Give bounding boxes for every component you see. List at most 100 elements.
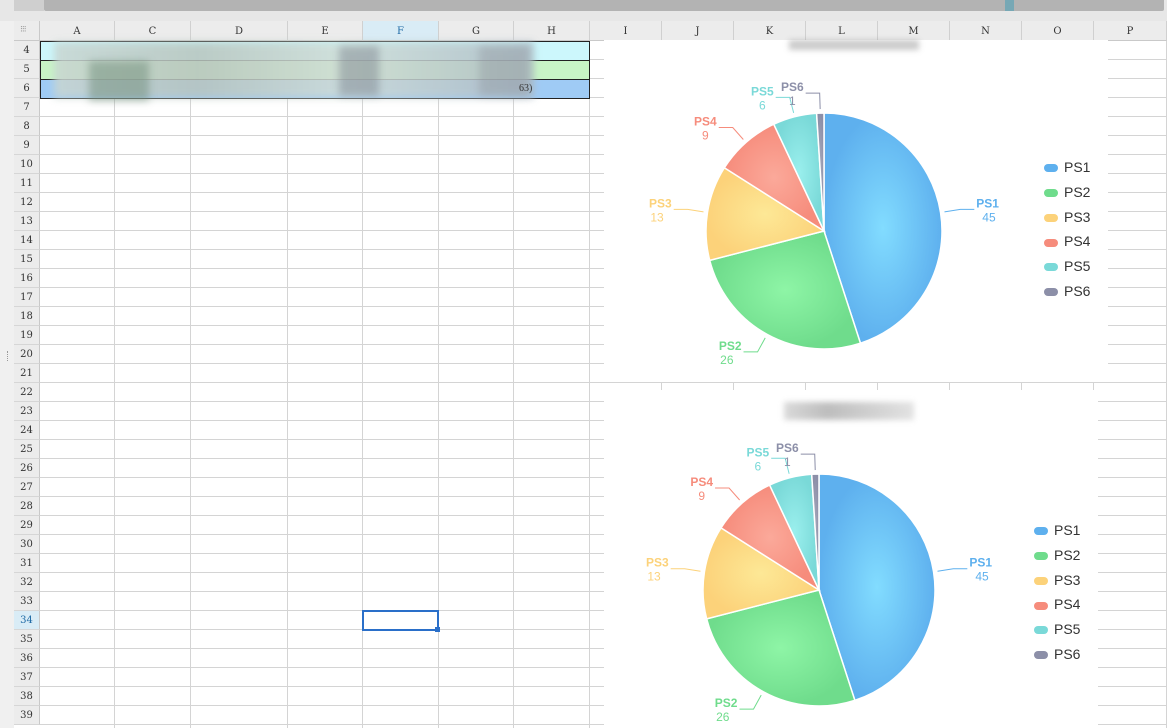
legend-item-ps3[interactable]: PS3 — [1044, 209, 1090, 225]
row-header-14[interactable]: 14 — [14, 231, 40, 250]
row-header-4[interactable]: 4 — [14, 41, 40, 60]
row-header-18[interactable]: 18 — [14, 307, 40, 326]
row-header-19[interactable]: 19 — [14, 326, 40, 345]
column-header-k[interactable]: K — [734, 21, 806, 41]
legend-item-ps6[interactable]: PS6 — [1034, 646, 1080, 662]
toolbar-left-piece — [14, 0, 44, 11]
column-header-d[interactable]: D — [191, 21, 288, 41]
row-header-33[interactable]: 33 — [14, 592, 40, 611]
slice-label-name: PS1 — [969, 556, 992, 570]
legend-item-ps5[interactable]: PS5 — [1044, 258, 1090, 274]
column-gridline — [589, 41, 590, 728]
blurred-cell-content — [339, 46, 379, 96]
row-header-26[interactable]: 26 — [14, 459, 40, 478]
selected-cell[interactable] — [362, 610, 440, 632]
row-header-16[interactable]: 16 — [14, 269, 40, 288]
scrollbar-thumb[interactable] — [1005, 0, 1014, 11]
column-header-i[interactable]: I — [590, 21, 662, 41]
column-header-o[interactable]: O — [1022, 21, 1094, 41]
row-header-34[interactable]: 34 — [14, 611, 40, 630]
legend-label: PS2 — [1054, 546, 1081, 563]
slice-label-value: 1 — [784, 455, 791, 469]
row-header-31[interactable]: 31 — [14, 554, 40, 573]
row-header-11[interactable]: 11 — [14, 174, 40, 193]
row-header-30[interactable]: 30 — [14, 535, 40, 554]
legend-swatch-icon — [1044, 263, 1058, 272]
row-header-39[interactable]: 39 — [14, 706, 40, 725]
spreadsheet-grid[interactable]: ⁝⁝⁝ ACDEFGHIJKLMNOP 4 5 6 7 8 9 10 11 12 13 14 15 16… — [14, 21, 1167, 728]
legend-label: PS4 — [1054, 596, 1081, 613]
row-header-20[interactable]: 20 — [14, 345, 40, 364]
column-header-p[interactable]: P — [1094, 21, 1167, 41]
column-header-g[interactable]: G — [439, 21, 514, 41]
pie-chart-2[interactable]: PS1 45 PS2 26 PS3 13 PS4 9 PS5 6 PS6 1 PS1 PS2 PS3 PS4… — [604, 390, 1098, 728]
row-header-23[interactable]: 23 — [14, 402, 40, 421]
column-header-m[interactable]: M — [878, 21, 950, 41]
column-header-c[interactable]: C — [115, 21, 191, 41]
row-header-37[interactable]: 37 — [14, 668, 40, 687]
leader-line — [944, 208, 975, 213]
legend-label: PS5 — [1064, 258, 1091, 275]
slice-label-name: PS6 — [776, 441, 799, 455]
legend-label: PS3 — [1064, 208, 1091, 225]
row-header-36[interactable]: 36 — [14, 649, 40, 668]
row-header-38[interactable]: 38 — [14, 687, 40, 706]
legend-item-ps1[interactable]: PS1 — [1044, 159, 1090, 175]
slice-label-value: 26 — [720, 353, 734, 367]
row-header-10[interactable]: 10 — [14, 155, 40, 174]
legend-item-ps3[interactable]: PS3 — [1034, 572, 1080, 588]
row-header-12[interactable]: 12 — [14, 193, 40, 212]
legend-label: PS2 — [1064, 183, 1091, 200]
fill-handle[interactable] — [435, 627, 440, 632]
row-header-9[interactable]: 9 — [14, 136, 40, 155]
row-header-28[interactable]: 28 — [14, 497, 40, 516]
horizontal-scrollbar[interactable] — [44, 0, 1164, 11]
row-header-32[interactable]: 32 — [14, 573, 40, 592]
leader-line — [743, 337, 766, 353]
column-header-l[interactable]: L — [806, 21, 878, 41]
pie-chart-1[interactable]: PS1 45 PS2 26 PS3 13 PS4 9 PS5 6 PS6 1 PS1 PS2 PS3 PS4… — [604, 40, 1108, 382]
row-header-24[interactable]: 24 — [14, 421, 40, 440]
slice-label-name: PS5 — [746, 445, 769, 459]
row-header-5[interactable]: 5 — [14, 60, 40, 79]
splitter-grip-icon[interactable] — [7, 351, 10, 361]
row-header-29[interactable]: 29 — [14, 516, 40, 535]
row-header-17[interactable]: 17 — [14, 288, 40, 307]
column-gridline — [513, 41, 514, 728]
leader-line — [718, 126, 744, 140]
row-header-15[interactable]: 15 — [14, 250, 40, 269]
legend-swatch-icon — [1034, 527, 1048, 536]
row-header-6[interactable]: 6 — [14, 79, 40, 98]
slice-label-name: PS6 — [781, 80, 804, 94]
column-header-j[interactable]: J — [662, 21, 734, 41]
row-header-8[interactable]: 8 — [14, 117, 40, 136]
legend-item-ps2[interactable]: PS2 — [1044, 184, 1090, 200]
select-all-corner[interactable]: ⁝⁝⁝ — [14, 21, 40, 41]
legend-label: PS1 — [1054, 522, 1081, 538]
column-header-a[interactable]: A — [40, 21, 115, 41]
legend-swatch-icon — [1044, 189, 1058, 198]
row6-visible-fragment: 63) — [519, 83, 533, 94]
column-header-e[interactable]: E — [288, 21, 363, 41]
row-header-13[interactable]: 13 — [14, 212, 40, 231]
column-header-f[interactable]: F — [363, 21, 439, 41]
row-header-25[interactable]: 25 — [14, 440, 40, 459]
legend-item-ps4[interactable]: PS4 — [1034, 596, 1080, 612]
row-header-27[interactable]: 27 — [14, 478, 40, 497]
legend-swatch-icon — [1044, 164, 1058, 173]
legend-swatch-icon — [1034, 552, 1048, 561]
column-header-n[interactable]: N — [950, 21, 1022, 41]
leader-line — [800, 453, 816, 471]
legend-item-ps4[interactable]: PS4 — [1044, 233, 1090, 249]
legend-swatch-icon — [1034, 626, 1048, 635]
row-header-21[interactable]: 21 — [14, 364, 40, 383]
row-header-35[interactable]: 35 — [14, 630, 40, 649]
blurred-chart-title — [784, 402, 914, 420]
row-header-22[interactable]: 22 — [14, 383, 40, 402]
column-header-h[interactable]: H — [514, 21, 590, 41]
legend-item-ps1[interactable]: PS1 — [1034, 522, 1080, 538]
legend-item-ps2[interactable]: PS2 — [1034, 547, 1080, 563]
legend-item-ps5[interactable]: PS5 — [1034, 621, 1080, 637]
row-header-7[interactable]: 7 — [14, 98, 40, 117]
legend-item-ps6[interactable]: PS6 — [1044, 283, 1090, 299]
